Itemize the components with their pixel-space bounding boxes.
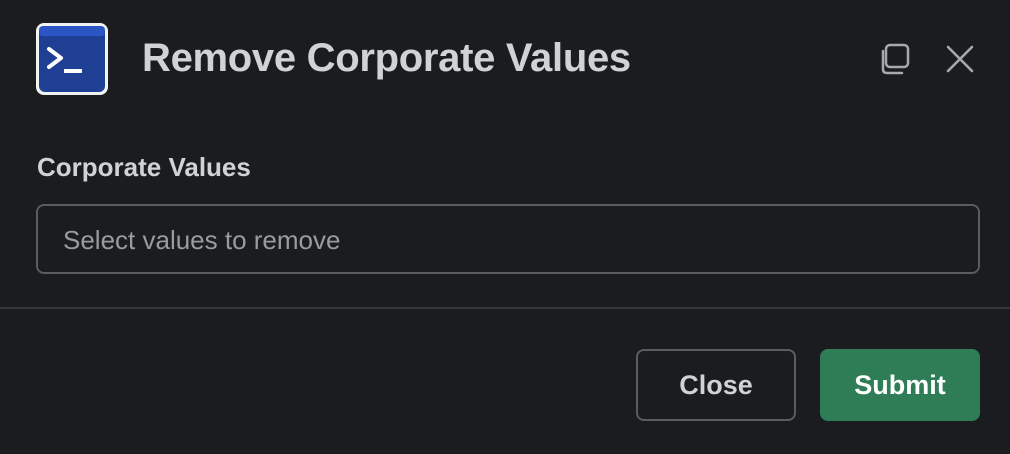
popout-button[interactable] xyxy=(871,38,917,84)
corporate-values-label: Corporate Values xyxy=(37,152,251,182)
close-icon xyxy=(945,44,975,79)
footer-divider xyxy=(0,307,1010,309)
modal-dialog: Remove Corporate Values Corporate Values… xyxy=(0,0,1010,454)
powershell-icon xyxy=(36,23,108,95)
close-modal-button[interactable] xyxy=(937,38,983,84)
popout-icon xyxy=(877,42,911,81)
submit-button[interactable]: Submit xyxy=(820,349,980,421)
modal-header: Remove Corporate Values xyxy=(0,0,1010,124)
select-placeholder: Select values to remove xyxy=(63,225,341,255)
modal-title: Remove Corporate Values xyxy=(142,36,631,80)
close-button[interactable]: Close xyxy=(636,349,796,421)
corporate-values-select[interactable]: Select values to remove xyxy=(36,204,980,274)
